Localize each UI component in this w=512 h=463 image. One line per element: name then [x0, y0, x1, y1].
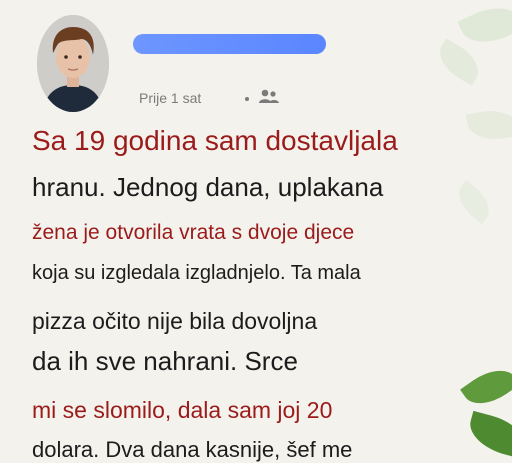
plant-leaf: [464, 410, 512, 460]
post-text-line: žena je otvorila vrata s dvoje djece: [32, 221, 355, 244]
plant-leaf: [460, 359, 512, 415]
post-text-line: dolara. Dva dana kasnije, šef me: [32, 437, 353, 462]
post-text-line: pizza očito nije bila dovoljna: [32, 308, 318, 334]
people-icon[interactable]: [258, 88, 280, 106]
post-text-line: hranu. Jednog dana, uplakana: [32, 172, 384, 202]
background-leaf: [457, 0, 512, 53]
separator-dot: [245, 97, 249, 101]
background-leaf: [450, 179, 498, 225]
post-text-line: da ih sve nahrani. Srce: [32, 346, 298, 376]
post-timestamp[interactable]: Prije 1 sat: [139, 90, 201, 106]
background-leaf: [465, 105, 512, 145]
post-text-line: koja su izgledala izgladnjelo. Ta mala: [32, 262, 361, 284]
post-text-line: mi se slomilo, dala sam joj 20: [32, 397, 333, 423]
background-leaf: [432, 38, 486, 86]
avatar[interactable]: [37, 15, 109, 112]
post-text-line: Sa 19 godina sam dostavljala: [32, 125, 398, 156]
author-name-redacted[interactable]: [133, 34, 326, 54]
